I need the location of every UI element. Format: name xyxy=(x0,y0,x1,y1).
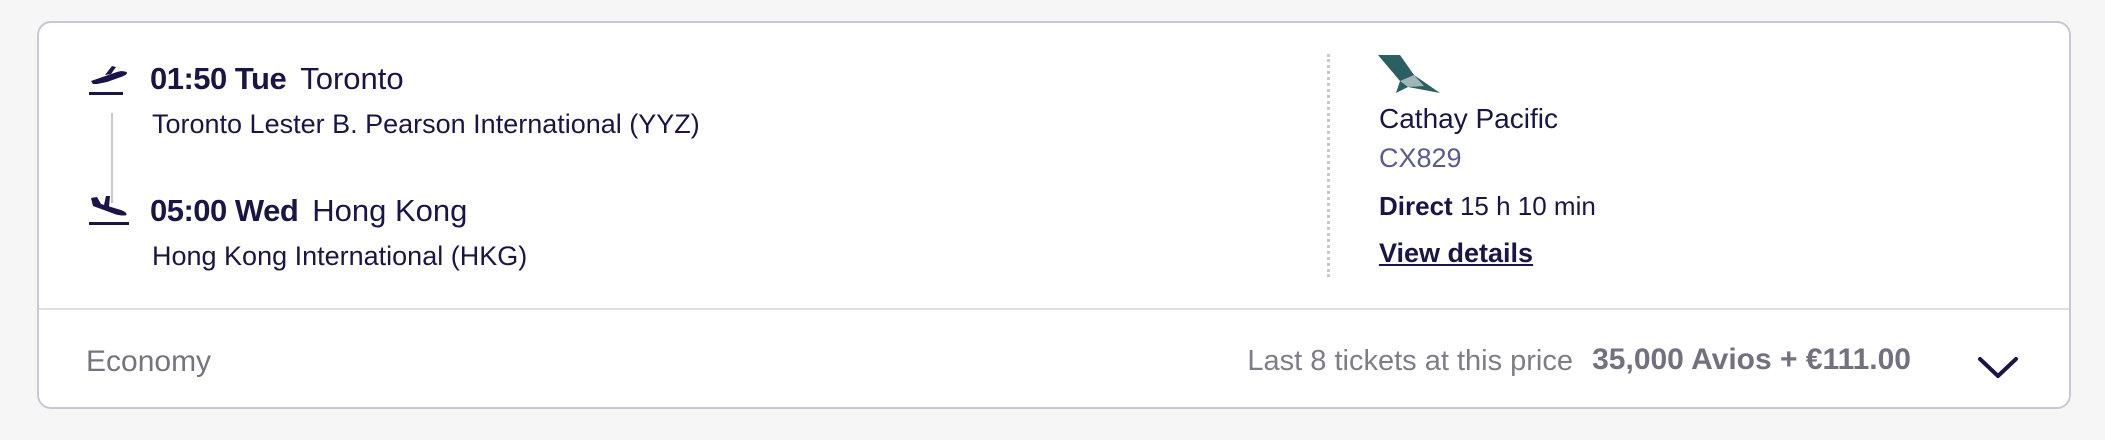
section-divider xyxy=(1327,54,1330,277)
cathay-pacific-logo xyxy=(1378,55,1440,93)
arrival-city: Hong Kong xyxy=(312,193,468,228)
view-details-link[interactable]: View details xyxy=(1379,238,1533,269)
card-separator xyxy=(39,308,2069,310)
plane-takeoff-icon xyxy=(89,66,128,95)
arrival-airport: Hong Kong International (HKG) xyxy=(152,241,528,271)
departure-airport: Toronto Lester B. Pearson International … xyxy=(152,109,700,139)
plane-landing-icon xyxy=(89,196,129,225)
price: 35,000 Avios + €111.00 xyxy=(1592,343,1911,376)
availability-note: Last 8 tickets at this price xyxy=(1247,345,1573,377)
flight-duration: Direct 15 h 10 min xyxy=(1379,191,1596,222)
arrival-time: 05:00 Wed xyxy=(150,193,299,228)
duration-value: 15 h 10 min xyxy=(1459,191,1596,221)
stops-label: Direct xyxy=(1379,191,1453,221)
departure-row: 01:50 Tue Toronto xyxy=(150,61,404,97)
flight-result-card: 01:50 Tue Toronto Toronto Lester B. Pear… xyxy=(37,21,2071,409)
airline-name: Cathay Pacific xyxy=(1379,103,1558,134)
flight-number: CX829 xyxy=(1379,143,1462,173)
chevron-down-icon[interactable] xyxy=(1976,353,2020,381)
departure-city: Toronto xyxy=(300,61,404,96)
departure-time: 01:50 Tue xyxy=(150,61,287,96)
timeline-line xyxy=(111,113,113,203)
arrival-row: 05:00 Wed Hong Kong xyxy=(150,193,467,229)
cabin-class: Economy xyxy=(86,345,212,378)
